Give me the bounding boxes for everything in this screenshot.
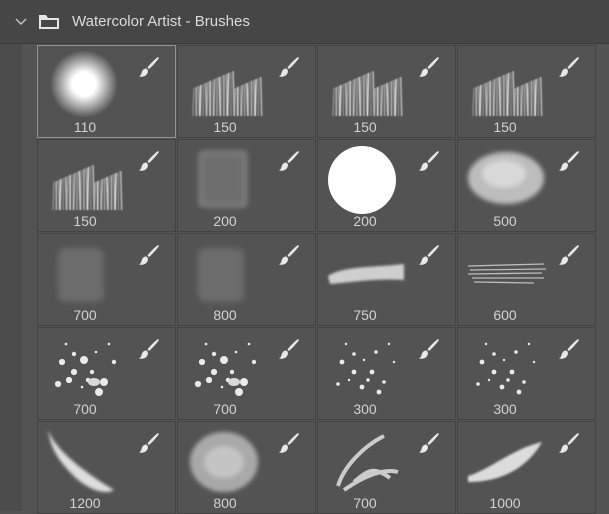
brush-preview bbox=[476, 342, 536, 395]
paintbrush-icon bbox=[417, 337, 441, 361]
paintbrush-icon bbox=[277, 337, 301, 361]
brush-size-label: 600 bbox=[493, 307, 517, 323]
brush-size-label: 800 bbox=[213, 307, 237, 323]
brush-preview bbox=[58, 248, 104, 302]
paintbrush-icon bbox=[557, 337, 581, 361]
brush-tile[interactable]: 1000 bbox=[457, 421, 596, 514]
panel-gutter bbox=[0, 44, 22, 511]
brush-tile[interactable]: 150 bbox=[457, 45, 596, 138]
paintbrush-icon bbox=[557, 243, 581, 267]
brush-size-label: 1000 bbox=[489, 495, 521, 511]
brush-size-label: 300 bbox=[353, 401, 377, 417]
paintbrush-icon bbox=[137, 55, 161, 79]
paintbrush-icon bbox=[417, 55, 441, 79]
brush-tile[interactable]: 150 bbox=[317, 45, 456, 138]
paintbrush-icon bbox=[137, 431, 161, 455]
paintbrush-icon bbox=[557, 431, 581, 455]
brush-preview bbox=[328, 264, 404, 284]
brush-size-label: 700 bbox=[73, 307, 97, 323]
brush-size-label: 1200 bbox=[69, 495, 101, 511]
brush-preview bbox=[328, 146, 396, 214]
brush-tile[interactable]: 150 bbox=[177, 45, 316, 138]
brush-tile[interactable]: 700 bbox=[37, 233, 176, 326]
brush-preview bbox=[54, 342, 117, 396]
brush-preview bbox=[472, 70, 543, 117]
brush-size-label: 800 bbox=[213, 495, 237, 511]
brush-size-label: 110 bbox=[73, 119, 97, 135]
brush-tile[interactable]: 600 bbox=[457, 233, 596, 326]
brush-tile[interactable]: 750 bbox=[317, 233, 456, 326]
brush-tile[interactable]: 700 bbox=[177, 327, 316, 420]
paintbrush-icon bbox=[137, 337, 161, 361]
brush-size-label: 700 bbox=[73, 401, 97, 417]
brush-size-label: 700 bbox=[213, 401, 237, 417]
brush-size-label: 200 bbox=[353, 213, 377, 229]
brush-preview bbox=[50, 50, 118, 118]
brush-preview bbox=[467, 263, 547, 284]
brush-size-label: 700 bbox=[353, 495, 377, 511]
brush-size-label: 150 bbox=[73, 213, 97, 229]
paintbrush-icon bbox=[277, 149, 301, 173]
brush-tile[interactable]: 150 bbox=[37, 139, 176, 232]
brush-tile[interactable]: 800 bbox=[177, 233, 316, 326]
brush-size-label: 150 bbox=[213, 119, 237, 135]
brush-preview bbox=[198, 248, 244, 302]
paintbrush-icon bbox=[417, 243, 441, 267]
brush-group-header[interactable]: Watercolor Artist - Brushes bbox=[0, 0, 609, 44]
paintbrush-icon bbox=[277, 55, 301, 79]
brush-tile[interactable]: 700 bbox=[37, 327, 176, 420]
paintbrush-icon bbox=[557, 55, 581, 79]
brush-tile[interactable]: 300 bbox=[457, 327, 596, 420]
brush-size-label: 500 bbox=[493, 213, 517, 229]
brush-preview bbox=[52, 164, 123, 211]
brush-preview bbox=[194, 342, 257, 396]
brush-grid: 110 150 150 150 150 200 200 500 700 800 750 600 700 7… bbox=[37, 45, 596, 514]
paintbrush-icon bbox=[417, 149, 441, 173]
brush-size-label: 300 bbox=[493, 401, 517, 417]
paintbrush-icon bbox=[137, 149, 161, 173]
brush-size-label: 150 bbox=[493, 119, 517, 135]
brush-tile[interactable]: 300 bbox=[317, 327, 456, 420]
brush-tile[interactable]: 700 bbox=[317, 421, 456, 514]
brush-tile[interactable]: 500 bbox=[457, 139, 596, 232]
brush-preview bbox=[192, 70, 263, 117]
brush-size-label: 750 bbox=[353, 307, 377, 323]
chevron-down-icon[interactable] bbox=[14, 15, 28, 29]
brush-preview bbox=[468, 152, 544, 204]
paintbrush-icon bbox=[277, 431, 301, 455]
paintbrush-icon bbox=[137, 243, 161, 267]
paintbrush-icon bbox=[417, 431, 441, 455]
brush-preview bbox=[336, 434, 399, 492]
brush-tile[interactable]: 200 bbox=[177, 139, 316, 232]
brush-size-label: 200 bbox=[213, 213, 237, 229]
brush-preview bbox=[48, 430, 114, 492]
brush-group-title: Watercolor Artist - Brushes bbox=[72, 13, 250, 30]
brush-tile[interactable]: 110 bbox=[37, 45, 176, 138]
brush-preview bbox=[332, 70, 403, 117]
brush-preview bbox=[190, 432, 258, 492]
brush-size-label: 150 bbox=[353, 119, 377, 135]
brush-tile[interactable]: 800 bbox=[177, 421, 316, 514]
brush-preview bbox=[198, 150, 248, 208]
paintbrush-icon bbox=[277, 243, 301, 267]
brush-preview bbox=[336, 342, 396, 395]
brush-tile[interactable]: 1200 bbox=[37, 421, 176, 514]
brush-preview bbox=[468, 442, 542, 482]
brush-tile[interactable]: 200 bbox=[317, 139, 456, 232]
folder-icon bbox=[39, 15, 59, 29]
paintbrush-icon bbox=[557, 149, 581, 173]
